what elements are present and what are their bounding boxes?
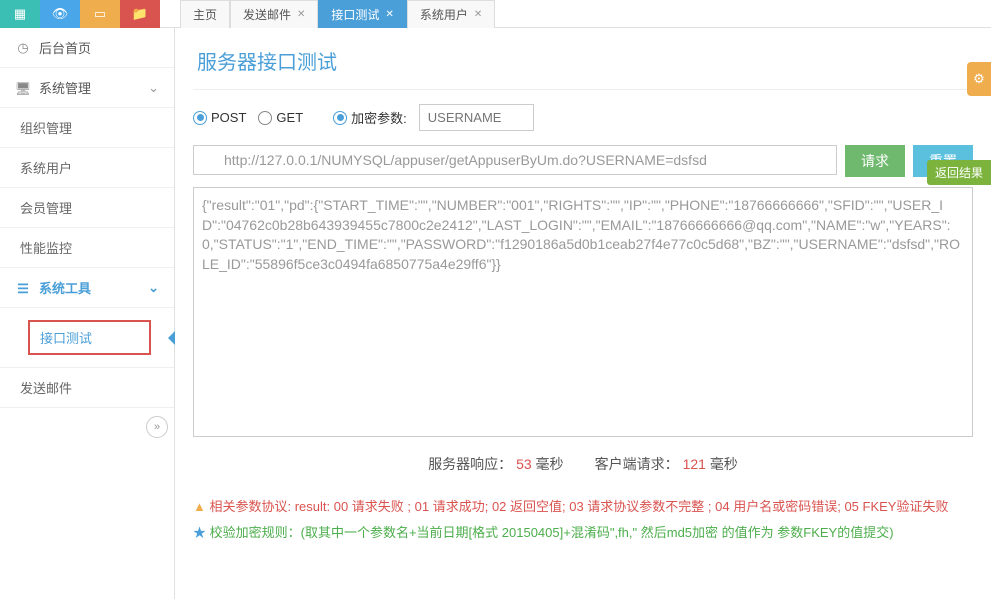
grid-icon: ▦ [14, 6, 26, 22]
book-icon: ▭ [94, 6, 106, 22]
sidebar: ◷ 后台首页 🖥 系统管理 ⌄ 组织管理 系统用户 会员管理 性能监控 ☰ 系统工具… [0, 28, 175, 599]
sidebar-item-perf[interactable]: 性能监控 [0, 228, 174, 268]
toolbar-grid-button[interactable]: ▦ [0, 0, 40, 28]
timing-server-label: 服务器响应： [428, 456, 512, 472]
radio-encrypt[interactable]: 加密参数: [333, 108, 407, 127]
radio-icon [333, 111, 347, 125]
result-tag: 返回结果 [927, 160, 991, 185]
timing-client-label: 客户端请求： [595, 456, 679, 472]
toolbar-eye-button[interactable]: 👁 [40, 0, 80, 28]
note-text: 相关参数协议: result: 00 请求失败 ; 01 请求成功; 02 返回… [210, 499, 949, 514]
close-icon[interactable]: ✕ [385, 9, 393, 20]
tab-label: 接口测试 [331, 6, 379, 23]
sidebar-collapse-button[interactable]: » [146, 416, 168, 438]
request-button[interactable]: 请求 [845, 145, 905, 177]
tab-bar: 主页 发送邮件 ✕ 接口测试 ✕ 系统用户 ✕ [180, 0, 495, 27]
result-textarea[interactable] [193, 187, 973, 437]
radio-get[interactable]: GET [258, 110, 303, 125]
radio-label: GET [276, 110, 303, 125]
toolbar-book-button[interactable]: ▭ [80, 0, 120, 28]
sidebar-label: 后台首页 [39, 38, 91, 57]
tab-home[interactable]: 主页 [180, 0, 230, 28]
note-text: 校验加密规则：(取其中一个参数名+当前日期[格式 20150405]+混淆码",… [210, 525, 894, 540]
list-icon: ☰ [15, 281, 31, 297]
chevron-right-icon: » [154, 421, 160, 433]
gear-icon: ⚙ [973, 71, 985, 87]
sidebar-label: 性能监控 [20, 238, 72, 257]
tab-send-mail[interactable]: 发送邮件 ✕ [230, 0, 318, 28]
timing-row: 服务器响应： 53 毫秒 客户端请求： 121 毫秒 [193, 440, 973, 488]
sidebar-label: 会员管理 [20, 198, 72, 217]
chevron-down-icon: ⌄ [148, 80, 159, 96]
monitor-icon: 🖥 [15, 81, 31, 97]
radio-icon [258, 111, 272, 125]
page-title: 服务器接口测试 [193, 38, 973, 90]
sidebar-label: 系统管理 [39, 81, 91, 96]
sidebar-label: 发送邮件 [20, 378, 72, 397]
sidebar-item-users[interactable]: 系统用户 [0, 148, 174, 188]
method-controls: POST GET 加密参数: [193, 104, 973, 131]
sidebar-home[interactable]: ◷ 后台首页 [0, 28, 174, 68]
sidebar-item-send-mail[interactable]: 发送邮件 [0, 368, 174, 408]
sidebar-label: 系统工具 [39, 281, 91, 296]
note-protocol: ▲ 相关参数协议: result: 00 请求失败 ; 01 请求成功; 02 … [193, 494, 973, 520]
radio-icon [193, 111, 207, 125]
radio-label: 加密参数: [351, 108, 407, 127]
star-icon: ★ [193, 525, 206, 540]
tab-label: 系统用户 [420, 6, 468, 23]
timing-client-value: 121 [683, 456, 706, 472]
chevron-down-icon: ⌄ [148, 280, 159, 296]
encrypt-param-input[interactable] [419, 104, 534, 131]
settings-drawer-button[interactable]: ⚙ [967, 62, 991, 96]
timing-unit: 毫秒 [710, 456, 738, 472]
sidebar-label: 组织管理 [20, 118, 72, 137]
eye-icon: 👁 [52, 6, 69, 22]
close-icon[interactable]: ✕ [297, 9, 305, 20]
toolbar-folder-button[interactable]: 📁 [120, 0, 160, 28]
close-icon[interactable]: ✕ [474, 9, 482, 20]
tab-label: 发送邮件 [243, 6, 291, 23]
sidebar-item-members[interactable]: 会员管理 [0, 188, 174, 228]
footer-notes: ▲ 相关参数协议: result: 00 请求失败 ; 01 请求成功; 02 … [193, 488, 973, 552]
tab-label: 主页 [193, 6, 217, 23]
note-encrypt-rule: ★ 校验加密规则：(取其中一个参数名+当前日期[格式 20150405]+混淆码… [193, 520, 973, 546]
url-input[interactable] [193, 145, 837, 175]
sidebar-item-org[interactable]: 组织管理 [0, 108, 174, 148]
sidebar-item-api-test[interactable]: 接口测试 [0, 308, 174, 368]
tab-system-users[interactable]: 系统用户 ✕ [407, 0, 495, 28]
top-toolbar: ▦ 👁 ▭ 📁 主页 发送邮件 ✕ 接口测试 ✕ 系统用户 ✕ [0, 0, 991, 28]
url-input-wrap: 🌐 [193, 145, 837, 177]
folder-icon: 📁 [132, 6, 148, 22]
radio-post[interactable]: POST [193, 110, 246, 125]
warning-icon: ▲ [193, 499, 206, 514]
timing-server-value: 53 [516, 456, 532, 472]
dashboard-icon: ◷ [15, 40, 31, 56]
tab-api-test[interactable]: 接口测试 ✕ [318, 0, 406, 28]
main-content: 服务器接口测试 POST GET 加密参数: 🌐 请求 重置 [175, 28, 991, 599]
radio-label: POST [211, 110, 246, 125]
sidebar-group-tools[interactable]: ☰ 系统工具 ⌄ [0, 268, 174, 308]
sidebar-group-system[interactable]: 🖥 系统管理 ⌄ [0, 68, 174, 108]
sidebar-label: 系统用户 [20, 158, 72, 177]
sidebar-label: 接口测试 [40, 331, 92, 346]
timing-unit: 毫秒 [536, 456, 564, 472]
